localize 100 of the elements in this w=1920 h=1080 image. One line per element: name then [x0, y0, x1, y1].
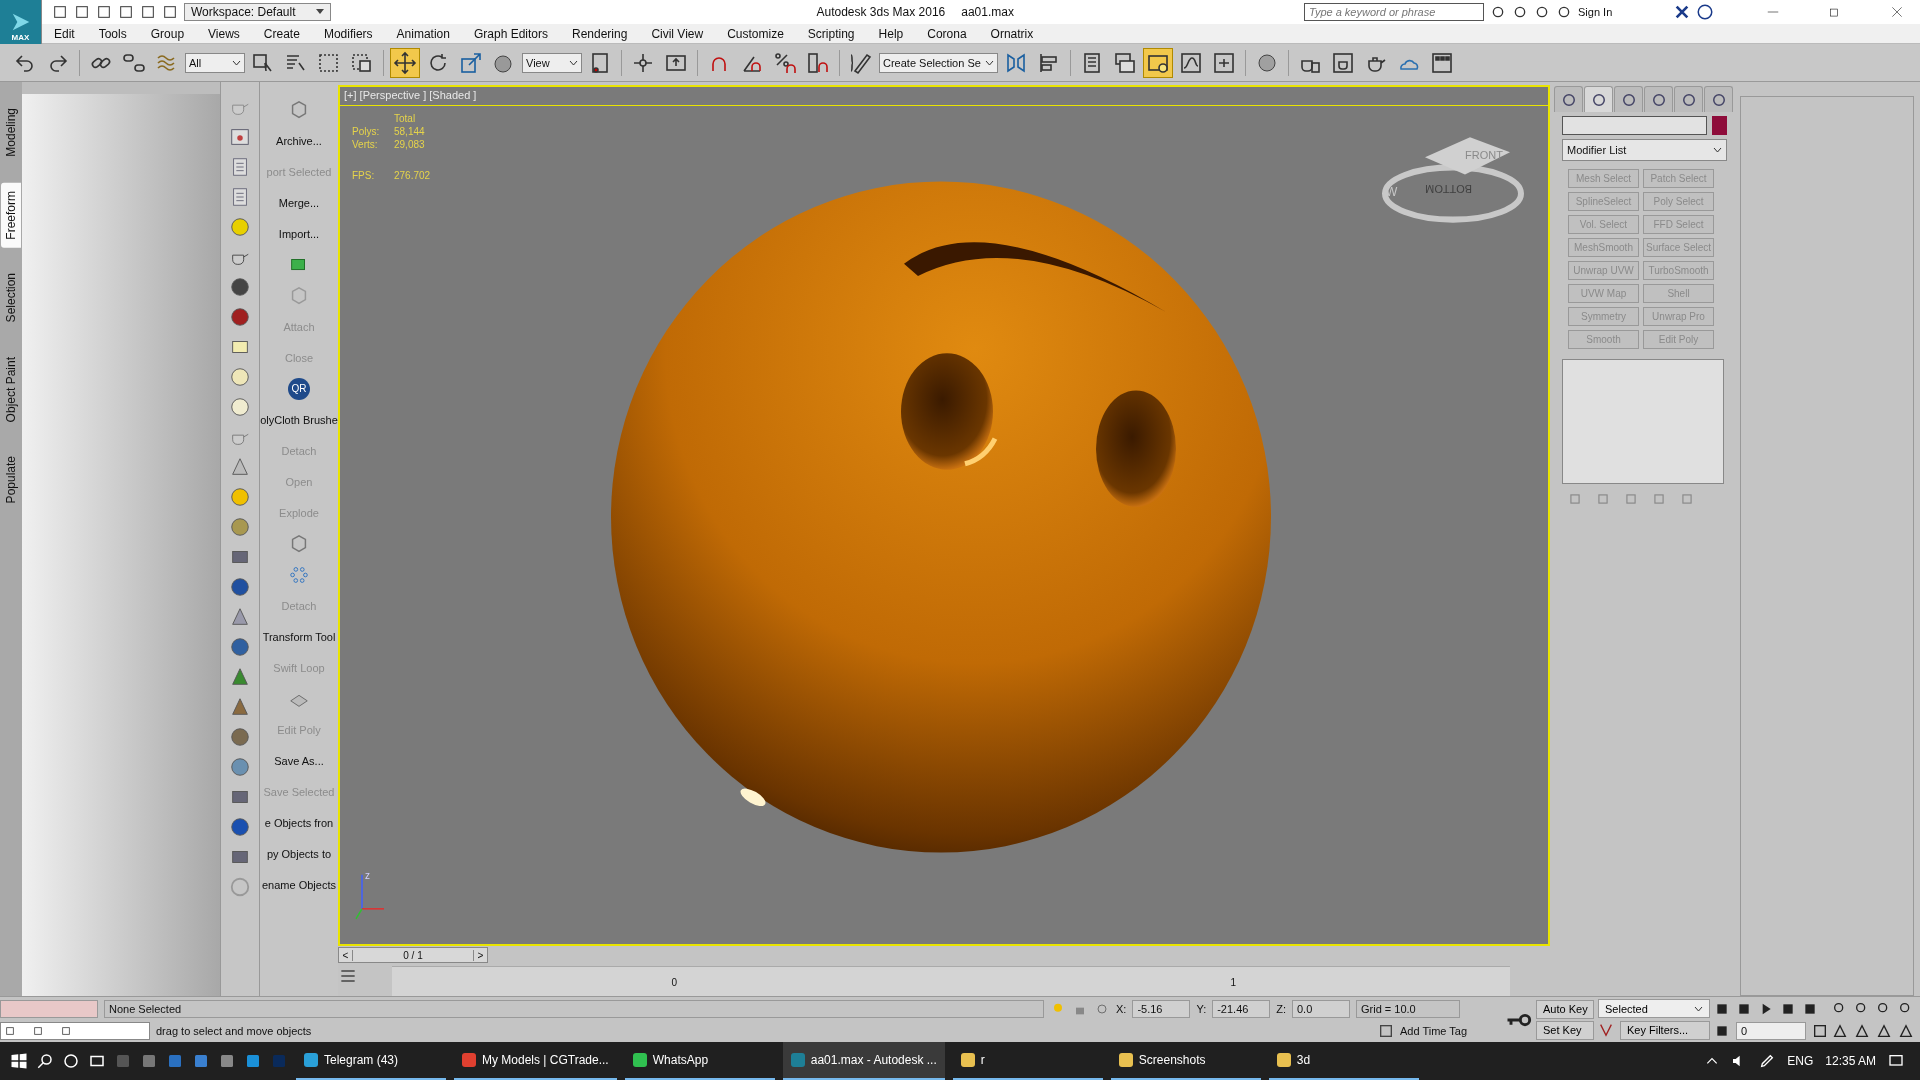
command-button[interactable]: Save As...: [274, 754, 324, 767]
current-frame-field[interactable]: 0: [1736, 1021, 1806, 1040]
app-icon: [462, 1053, 476, 1067]
y-label: Y:: [1196, 1002, 1207, 1015]
sphere-icon[interactable]: [229, 516, 251, 538]
menu-item[interactable]: Group: [138, 26, 197, 41]
prompt-text: drag to select and move objects: [156, 1024, 313, 1037]
sign-in-link[interactable]: Sign In: [1578, 6, 1668, 18]
menu-item[interactable]: Animation: [384, 26, 462, 41]
dropdown[interactable]: All: [185, 52, 245, 73]
ribbon-tab[interactable]: Freeform: [1, 182, 21, 248]
move-icon[interactable]: [390, 47, 420, 78]
window-title: Autodesk 3ds Max 2016: [816, 5, 946, 19]
stat-value: 29,083: [394, 139, 426, 150]
time-slider[interactable]: < 0 / 1 >: [338, 947, 488, 963]
track-bar[interactable]: 0 1: [392, 966, 1510, 996]
app-icon: [304, 1053, 318, 1067]
key-mode-dropdown[interactable]: Selected: [1598, 999, 1710, 1018]
app-logo[interactable]: MAX: [0, 0, 42, 44]
z-label: Z:: [1276, 1002, 1286, 1015]
x-label: X:: [1116, 1002, 1127, 1015]
pen-icon[interactable]: [1759, 1053, 1776, 1069]
set-key-button[interactable]: Set Key: [1536, 1020, 1594, 1040]
taskbar-app[interactable]: aa01.max - Autodesk ...: [782, 1042, 945, 1080]
taskbar-app[interactable]: WhatsApp: [624, 1042, 775, 1080]
window-icon[interactable]: [229, 126, 251, 148]
taskbar-app[interactable]: Telegram (43): [296, 1042, 446, 1080]
taskbar-app[interactable]: My Models | CGTrade...: [454, 1042, 617, 1080]
workspace-dropdown[interactable]: Workspace: Default: [184, 3, 331, 21]
menu-item[interactable]: Graph Editors: [461, 26, 560, 41]
command-button[interactable]: Transform Tool: [262, 630, 336, 643]
circle-icon[interactable]: [62, 1052, 80, 1070]
key-filters-button[interactable]: Key Filters...: [1620, 1020, 1710, 1040]
exchange-icon[interactable]: [1674, 4, 1690, 20]
frame-tick: 0: [671, 977, 678, 988]
pyramid-icon[interactable]: [229, 606, 251, 628]
viewport-label[interactable]: [+] [Perspective ] [Shaded ]: [344, 89, 477, 101]
command-button[interactable]: Merge...: [278, 196, 320, 209]
ribbon-tab[interactable]: Selection: [1, 265, 21, 331]
search-field[interactable]: Type a keyword or phrase: [1304, 3, 1484, 21]
qr-button[interactable]: QR: [288, 377, 310, 400]
command-button[interactable]: olyCloth Brushe: [260, 413, 338, 426]
app-icon: [1276, 1053, 1291, 1067]
menu-item[interactable]: Corona: [915, 26, 979, 41]
field-of-view-icon[interactable]: [1832, 1022, 1848, 1039]
windows-start-icon[interactable]: [10, 1052, 28, 1070]
taskbar-app[interactable]: Screenshots: [1110, 1042, 1261, 1080]
menu-item[interactable]: Civil View: [639, 26, 716, 41]
command-button[interactable]: ename Objects: [262, 878, 336, 891]
stats-header: Total: [394, 113, 417, 124]
x-coordinate-field[interactable]: -5.16: [1132, 999, 1191, 1018]
caret-icon: [984, 59, 994, 66]
frame-tick: 1: [1230, 977, 1237, 988]
add-time-tag[interactable]: Add Time Tag: [1400, 1024, 1500, 1037]
taskbar-app[interactable]: 3d: [1268, 1042, 1419, 1080]
search-icon[interactable]: [36, 1052, 54, 1070]
command-button[interactable]: Archive...: [276, 134, 322, 147]
notification-icon[interactable]: [1888, 1053, 1904, 1069]
object-name-field[interactable]: [1562, 116, 1707, 135]
grid-size: Grid = 10.0: [1356, 999, 1460, 1018]
menu-item[interactable]: Ornatrix: [978, 26, 1046, 41]
menu-item[interactable]: Customize: [715, 26, 796, 41]
ribbon-tab[interactable]: Populate: [1, 448, 21, 512]
caret-icon: [232, 59, 241, 66]
auto-key-button[interactable]: Auto Key: [1536, 999, 1594, 1019]
menu-item[interactable]: Rendering: [560, 26, 640, 41]
language-indicator[interactable]: ENG: [1787, 1054, 1814, 1068]
modifier-stack[interactable]: [1562, 359, 1724, 484]
caret-icon: [1694, 1005, 1703, 1012]
menu-item[interactable]: Help: [866, 26, 916, 41]
command-button[interactable]: e Objects fron: [264, 816, 334, 829]
taskbar-app[interactable]: r: [952, 1042, 1103, 1080]
object-color-swatch[interactable]: [1712, 116, 1727, 135]
y-coordinate-field[interactable]: -21.46: [1212, 999, 1271, 1018]
clock[interactable]: 12:35 AM: [1825, 1054, 1876, 1068]
sphere-icon[interactable]: [229, 756, 251, 778]
folder-bulb-icon[interactable]: [1142, 47, 1173, 78]
ribbon-tab[interactable]: Object Paint: [1, 348, 21, 431]
menu-item[interactable]: Edit: [42, 26, 87, 41]
caret-icon: [315, 9, 324, 15]
modifier-list-dropdown[interactable]: Modifier List: [1562, 139, 1727, 161]
z-coordinate-field[interactable]: 0.0: [1292, 999, 1350, 1018]
caret-icon: [1713, 147, 1722, 153]
mini-listener-window[interactable]: [0, 1021, 150, 1040]
app-icon: [790, 1053, 805, 1067]
help-icon[interactable]: [1696, 3, 1714, 21]
menu-item[interactable]: Views: [196, 26, 252, 41]
menu-item[interactable]: Modifiers: [311, 26, 385, 41]
menu-item[interactable]: Create: [251, 26, 312, 41]
dropdown[interactable]: View: [522, 52, 582, 73]
menu-item[interactable]: Scripting: [795, 26, 867, 41]
command-button[interactable]: py Objects to: [266, 847, 332, 860]
app-icon: [1118, 1053, 1133, 1067]
cone-icon[interactable]: [229, 456, 251, 478]
command-button[interactable]: Import...: [278, 227, 320, 240]
ribbon-tab[interactable]: Modeling: [1, 100, 21, 165]
dropdown[interactable]: Create Selection Se: [879, 52, 998, 73]
stat-label: Verts:: [352, 139, 379, 150]
app-icon: [632, 1053, 647, 1067]
menu-item[interactable]: Tools: [86, 26, 139, 41]
